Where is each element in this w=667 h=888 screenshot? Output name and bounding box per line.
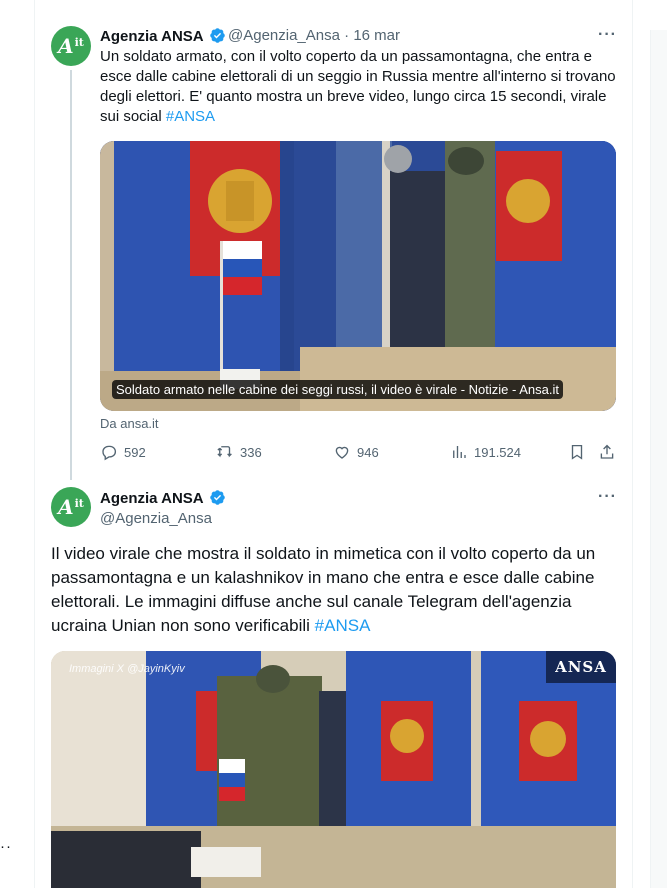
like-button[interactable]: 946 [333,443,379,461]
video-still-image [51,651,616,888]
tweet-actions: 592 336 946 191.524 [100,443,620,465]
timeline-border-right [632,0,633,888]
repost-button[interactable]: 336 [216,443,262,461]
hashtag-link[interactable]: #ANSA [166,108,215,125]
right-sidebar [650,30,667,888]
link-card-image[interactable]: Soldato armato nelle cabine dei seggi ru… [100,141,616,411]
share-button[interactable] [598,443,616,461]
repost-icon [217,446,232,458]
views-icon [453,446,466,458]
bookmark-icon [571,444,583,460]
avatar[interactable]: Ait [51,26,91,66]
bookmark-button[interactable] [568,443,586,461]
author-name[interactable]: Agenzia ANSA [100,27,226,45]
card-caption[interactable]: Soldato armato nelle cabine dei seggi ru… [112,380,563,399]
hashtag-link[interactable]: #ANSA [315,616,371,635]
author-handle[interactable]: @Agenzia_Ansa [100,510,212,527]
tweet-text: Il video virale che mostra il soldato in… [51,544,596,635]
tweet-text: Un soldato armato, con il volto coperto … [100,48,616,125]
author-handle-and-date[interactable]: @Agenzia_Ansa · 16 mar [228,27,400,44]
reply-button[interactable]: 592 [100,443,146,461]
more-icon[interactable]: ··· [598,26,617,44]
media-watermark: Immagini X @JayinKyiv [69,663,185,675]
tweet-media[interactable]: Immagini X @JayinKyiv ANSA [51,651,616,888]
verified-badge-icon [210,490,226,505]
like-icon [335,446,349,459]
avatar[interactable]: Ait [51,487,91,527]
more-icon[interactable]: ··· [598,488,617,506]
reply-icon [102,445,117,461]
views-button[interactable]: 191.524 [450,443,521,461]
card-source[interactable]: Da ansa.it [100,416,159,431]
left-more-icon[interactable]: ·· [0,838,12,855]
verified-badge-icon [210,28,226,43]
timeline-border-left [34,0,35,888]
video-still-image [100,141,616,411]
share-icon [600,444,614,459]
author-name[interactable]: Agenzia ANSA [100,489,226,507]
ansa-logo: ANSA [546,651,616,683]
thread-line [70,70,72,480]
